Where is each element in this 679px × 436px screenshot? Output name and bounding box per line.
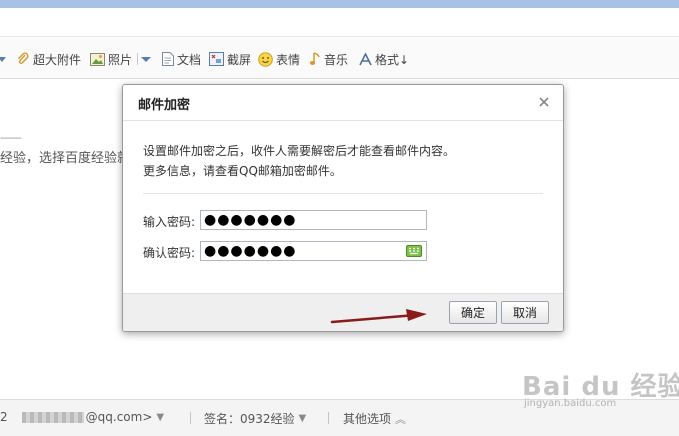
compose-toolbar: 超大附件 照片 文档 截屏 表情 音乐 格式↓ [0,38,679,79]
status-divider [328,412,329,424]
redacted-email [21,411,84,423]
music-note-icon [309,52,320,65]
smiley-icon [258,51,273,67]
encryption-info-text: 设置邮件加密之后，收件人需要解密后才能查看邮件内容。 [143,144,456,158]
chevron-down-icon [0,57,6,62]
sender-prefix: 2 [0,410,8,424]
watermark-url-text: jingyan.baidu.com [524,398,617,409]
toolbar-music-label: 音乐 [324,52,349,67]
more-options-label: 其他选项 [343,412,392,426]
mail-encryption-dialog: 邮件加密 设置邮件加密之后，收件人需要解密后才能查看邮件内容。 更多信息，请查看… [122,84,564,332]
confirm-password-input-value: ●●●●●●● [204,243,297,259]
close-icon [539,97,549,107]
annotation-arrow-icon [330,309,427,324]
toolbar-large-attachment-label: 超大附件 [33,52,82,67]
toolbar-emoticon[interactable]: 表情 [258,50,300,68]
toolbar-format[interactable]: 格式↓ [359,50,409,68]
dialog-header: 邮件加密 [123,85,563,121]
toolbar-screenshot[interactable]: 截屏 [209,50,251,68]
photo-icon [90,52,105,66]
password-label: 输入密码: [143,215,196,229]
toolbar-photo[interactable]: 照片 [90,50,132,68]
password-input-value: ●●●●●●● [204,212,297,228]
confirm-password-label: 确认密码: [143,246,196,260]
double-chevron-up-icon: ︽ [395,412,407,426]
dialog-divider [143,193,543,194]
caret-down-icon: ▼ [156,411,165,423]
encryption-more-info-text: 更多信息，请查看QQ邮箱加密邮件。 [143,164,342,178]
editor-body-text: 经验，选择百度经验就 [0,151,131,166]
signature-selector[interactable]: 签名：0932经验 ▼ [204,410,306,427]
toolbar-screenshot-label: 截屏 [227,52,252,67]
more-options-toggle[interactable]: 其他选项 ︽ [343,410,406,427]
toolbar-photo-dropdown[interactable] [141,50,154,68]
password-input[interactable]: ●●●●●●● [200,210,427,230]
editor-divider-text: ------- [0,131,22,144]
keyboard-icon[interactable] [406,245,422,257]
top-accent-bar [0,0,679,8]
toolbar-divider [137,53,138,65]
baidu-jingyan-watermark: Bai du 经验 jingyan.baidu.com [522,366,679,410]
paperclip-icon [17,52,29,64]
sender-selector[interactable]: 2 @qq.com> ▼ [0,410,164,424]
dialog-title: 邮件加密 [138,98,191,113]
subject-field-area[interactable] [0,8,679,37]
toolbar-music[interactable]: 音乐 [309,50,348,68]
screenshot-icon [209,52,224,66]
dialog-close-button[interactable] [535,93,553,111]
signature-label: 签名：0932经验 [204,412,295,426]
toolbar-photo-label: 照片 [108,52,133,67]
toolbar-document-label: 文档 [177,52,202,67]
cancel-button[interactable]: 取消 [501,301,549,324]
toolbar-document[interactable]: 文档 [162,50,201,68]
caret-down-icon: ▼ [298,413,307,424]
toolbar-format-label: 格式↓ [375,52,410,67]
sender-address: @qq.com> [85,410,153,424]
confirm-password-input[interactable]: ●●●●●●● [200,241,427,261]
toolbar-emoticon-label: 表情 [276,52,301,67]
toolbar-dropdown-arrow[interactable] [0,50,9,68]
chevron-down-icon [141,57,151,62]
confirm-button[interactable]: 确定 [449,301,497,324]
status-divider [190,412,191,424]
toolbar-large-attachment[interactable]: 超大附件 [16,50,81,68]
document-icon [162,52,174,66]
font-format-icon [359,52,372,65]
